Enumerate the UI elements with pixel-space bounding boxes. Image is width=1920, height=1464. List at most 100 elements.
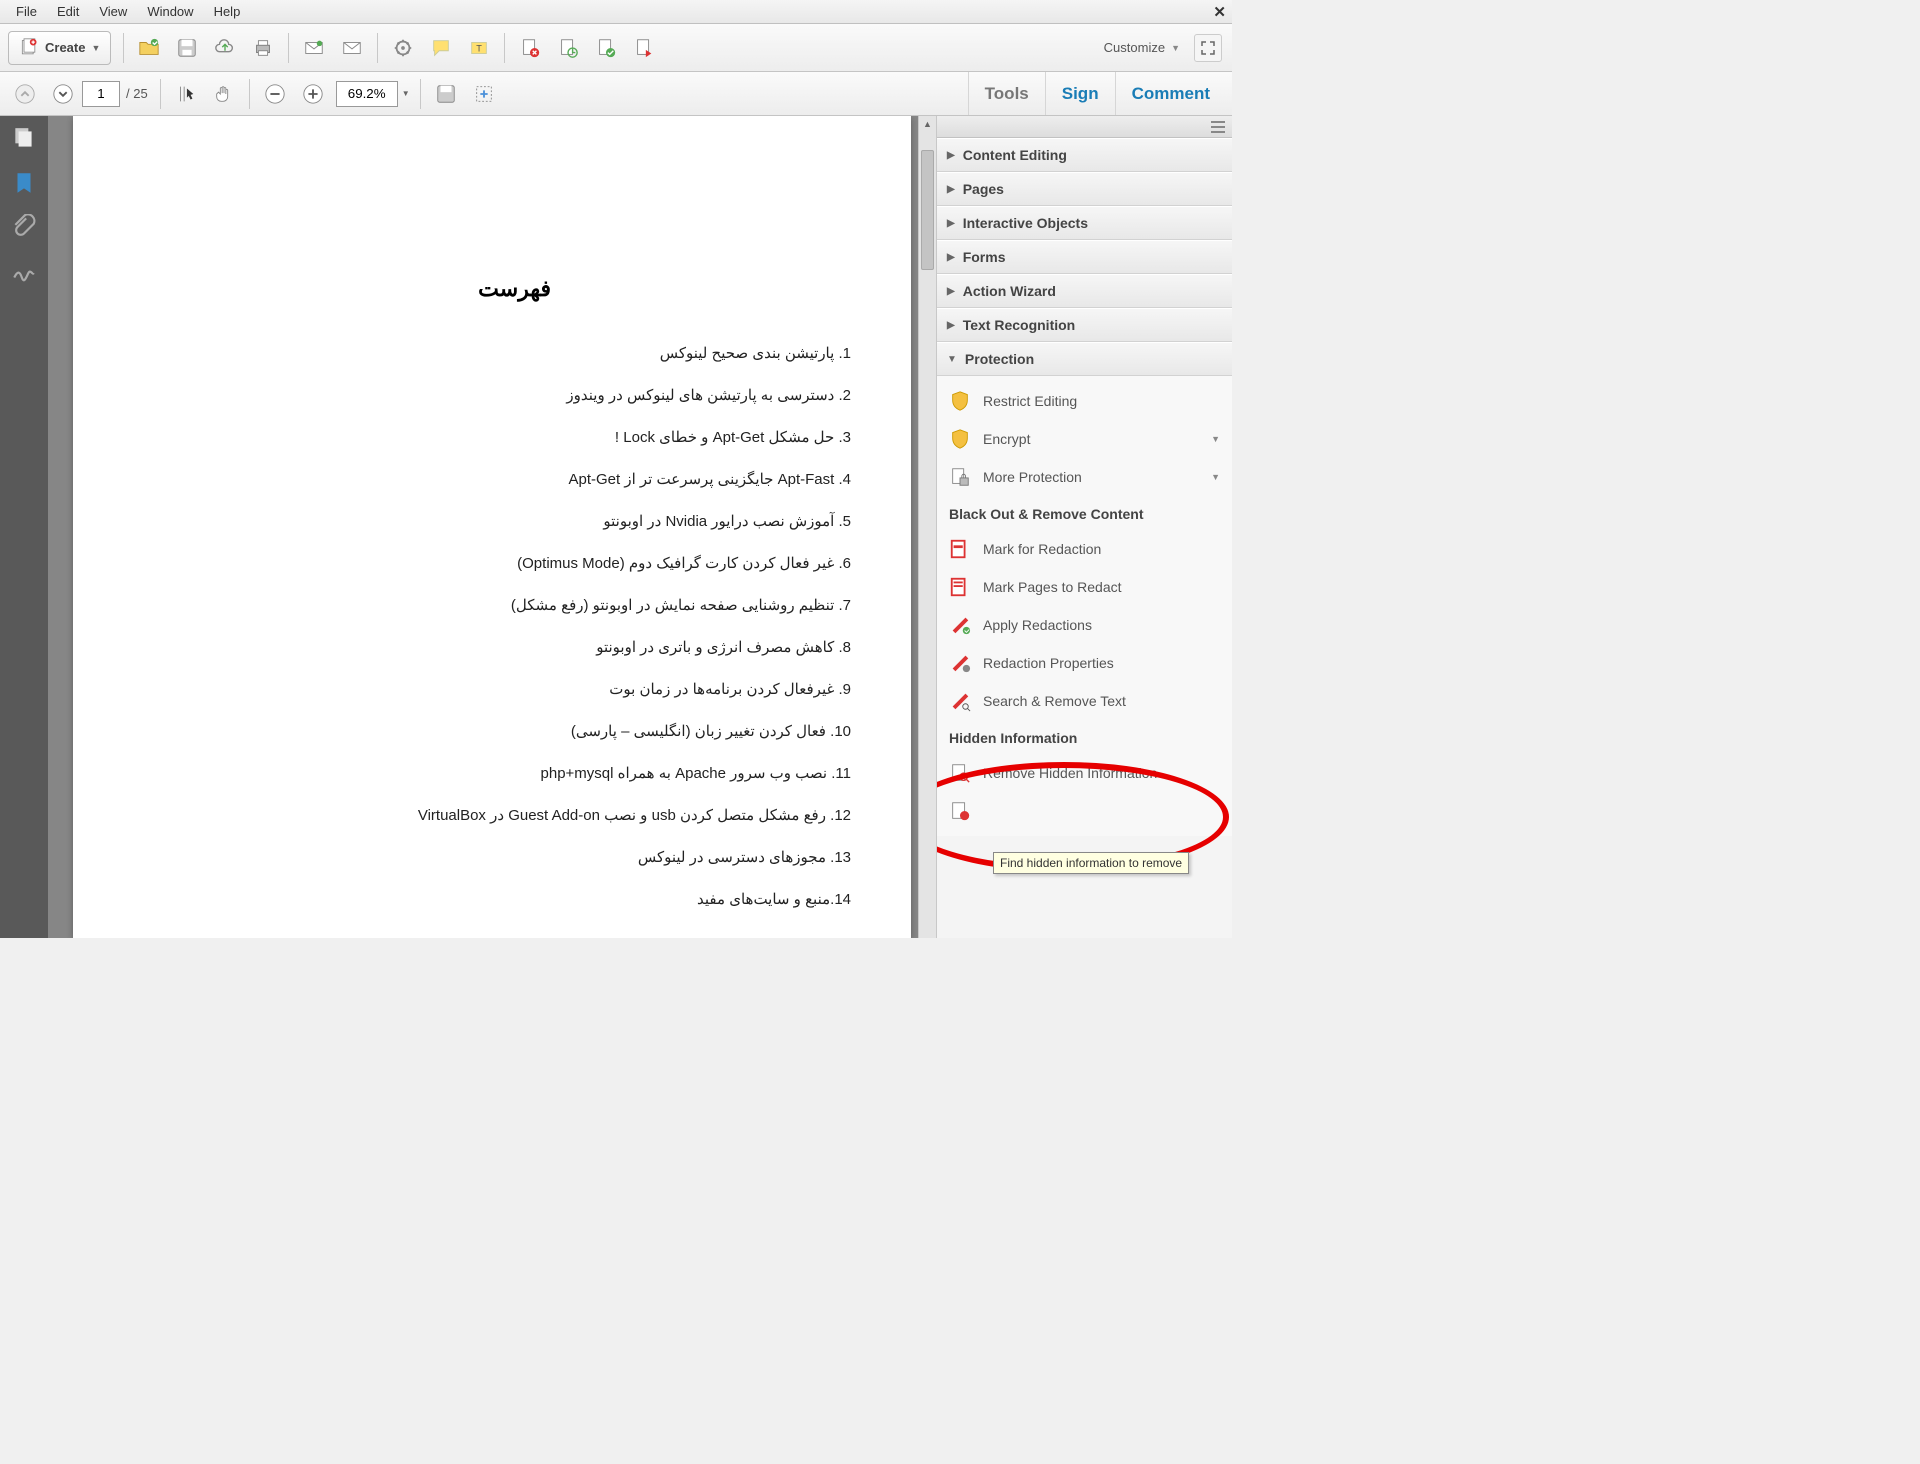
redact-apply-icon (949, 614, 971, 636)
menu-window[interactable]: Window (137, 1, 203, 22)
doc-check-button[interactable] (589, 31, 623, 65)
separator (377, 33, 378, 63)
menu-bar: File Edit View Window Help ✕ (0, 0, 1232, 24)
protection-body: Restrict Editing Encrypt ▼ More Protecti… (937, 376, 1232, 836)
signatures-icon[interactable] (11, 258, 37, 284)
scroll-up-arrow[interactable]: ▲ (919, 116, 936, 132)
section-forms[interactable]: ▶Forms (937, 240, 1232, 274)
shield-icon (949, 390, 971, 412)
hand-tool-button[interactable] (207, 77, 241, 111)
doc-title: فهرست (133, 276, 851, 302)
separator (160, 79, 161, 109)
save2-button[interactable] (429, 77, 463, 111)
scroll-thumb[interactable] (921, 150, 934, 270)
share-button[interactable] (335, 31, 369, 65)
panel-header: ▼ (937, 116, 1232, 138)
redact-search-icon (949, 690, 971, 712)
separator (420, 79, 421, 109)
toc-item: 3. حل مشکل Apt-Get و خطای Lock ! (133, 426, 851, 450)
menu-view[interactable]: View (89, 1, 137, 22)
cloud-button[interactable] (208, 31, 242, 65)
toc-item: 4. Apt-Fast جایگزینی پرسرعت تر از Apt-Ge… (133, 468, 851, 492)
toc-item: 7. تنظیم روشنایی صفحه نمایش در اوبونتو (… (133, 594, 851, 618)
create-button[interactable]: Create ▼ (8, 31, 111, 65)
tab-tools[interactable]: Tools (968, 72, 1045, 115)
toc-item: 9. غیرفعال کردن برنامه‌ها در زمان بوت (133, 678, 851, 702)
tools-panel: ▼ ▶Content Editing ▶Pages ▶Interactive O… (936, 116, 1232, 938)
section-protection[interactable]: ▼Protection (937, 342, 1232, 376)
document-viewport[interactable]: فهرست 1. پارتیشن بندی صحیح لینوکس 2. دست… (48, 116, 936, 938)
zoom-in-button[interactable] (296, 77, 330, 111)
open-button[interactable] (132, 31, 166, 65)
tab-comment[interactable]: Comment (1115, 72, 1226, 115)
save-button[interactable] (170, 31, 204, 65)
section-text-recognition[interactable]: ▶Text Recognition (937, 308, 1232, 342)
zoom-out-button[interactable] (258, 77, 292, 111)
sanitize-button[interactable] (937, 792, 1232, 830)
toc-item: 14.منبع و سایت‌های مفید (133, 888, 851, 912)
tab-sign[interactable]: Sign (1045, 72, 1115, 115)
separator (504, 33, 505, 63)
page-down-button[interactable] (46, 77, 80, 111)
thumbnails-icon[interactable] (11, 126, 37, 152)
search-remove-text-button[interactable]: Search & Remove Text (937, 682, 1232, 720)
svg-text:T: T (477, 43, 483, 53)
document-lock-icon (949, 466, 971, 488)
toc-item: 2. دسترسی به پارتیشن های لینوکس در ویندو… (133, 384, 851, 408)
section-content-editing[interactable]: ▶Content Editing (937, 138, 1232, 172)
navigation-rail (0, 116, 48, 938)
menu-file[interactable]: File (6, 1, 47, 22)
mark-redaction-button[interactable]: Mark for Redaction (937, 530, 1232, 568)
zoom-input[interactable] (336, 81, 398, 107)
gear-button[interactable] (386, 31, 420, 65)
search-document-icon (949, 762, 971, 784)
section-action-wizard[interactable]: ▶Action Wizard (937, 274, 1232, 308)
apply-redactions-button[interactable]: Apply Redactions (937, 606, 1232, 644)
section-pages[interactable]: ▶Pages (937, 172, 1232, 206)
panel-menu-icon[interactable]: ▼ (1210, 120, 1226, 134)
redact-props-icon (949, 652, 971, 674)
encrypt-button[interactable]: Encrypt ▼ (937, 420, 1232, 458)
chevron-down-icon: ▼ (91, 43, 100, 53)
restrict-editing-button[interactable]: Restrict Editing (937, 382, 1232, 420)
attachment-icon[interactable] (11, 214, 37, 240)
menu-help[interactable]: Help (204, 1, 251, 22)
comment-bubble-button[interactable] (424, 31, 458, 65)
sanitize-icon (949, 800, 971, 822)
separator (123, 33, 124, 63)
main-area: فهرست 1. پارتیشن بندی صحیح لینوکس 2. دست… (0, 116, 1232, 938)
pdf-page: فهرست 1. پارتیشن بندی صحیح لینوکس 2. دست… (73, 116, 911, 938)
main-toolbar: Create ▼ T Customize ▼ (0, 24, 1232, 72)
bookmark-icon[interactable] (11, 170, 37, 196)
page-up-button[interactable] (8, 77, 42, 111)
page-number-input[interactable] (82, 81, 120, 107)
toc-item: 13. مجوزهای دسترسی در لینوکس (133, 846, 851, 870)
doc-refresh-button[interactable] (551, 31, 585, 65)
doc-delete-button[interactable] (513, 31, 547, 65)
customize-label: Customize (1104, 40, 1165, 55)
remove-hidden-info-button[interactable]: Remove Hidden Information (937, 754, 1232, 792)
right-tabs: Tools Sign Comment (968, 72, 1226, 115)
chevron-down-icon: ▼ (1211, 434, 1220, 444)
redaction-properties-button[interactable]: Redaction Properties (937, 644, 1232, 682)
more-protection-button[interactable]: More Protection ▼ (937, 458, 1232, 496)
doc-action-button[interactable] (627, 31, 661, 65)
expand-button[interactable] (1194, 34, 1222, 62)
vertical-scrollbar[interactable]: ▲ (918, 116, 936, 938)
menu-edit[interactable]: Edit (47, 1, 89, 22)
customize-button[interactable]: Customize ▼ (1094, 40, 1190, 55)
highlight-button[interactable]: T (462, 31, 496, 65)
select-tool-button[interactable] (169, 77, 203, 111)
toc-item: 8. کاهش مصرف انرژی و باتری در اوبونتو (133, 636, 851, 660)
email-button[interactable] (297, 31, 331, 65)
redact-mark-icon (949, 538, 971, 560)
chevron-down-icon[interactable]: ▼ (402, 89, 410, 98)
hidden-info-subheader: Hidden Information (937, 720, 1232, 754)
mark-pages-redact-button[interactable]: Mark Pages to Redact (937, 568, 1232, 606)
close-icon[interactable]: ✕ (1213, 3, 1226, 21)
print-button[interactable] (246, 31, 280, 65)
create-label: Create (45, 40, 85, 55)
section-interactive-objects[interactable]: ▶Interactive Objects (937, 206, 1232, 240)
fit-page-button[interactable] (467, 77, 501, 111)
toc-list: 1. پارتیشن بندی صحیح لینوکس 2. دسترسی به… (133, 342, 851, 912)
